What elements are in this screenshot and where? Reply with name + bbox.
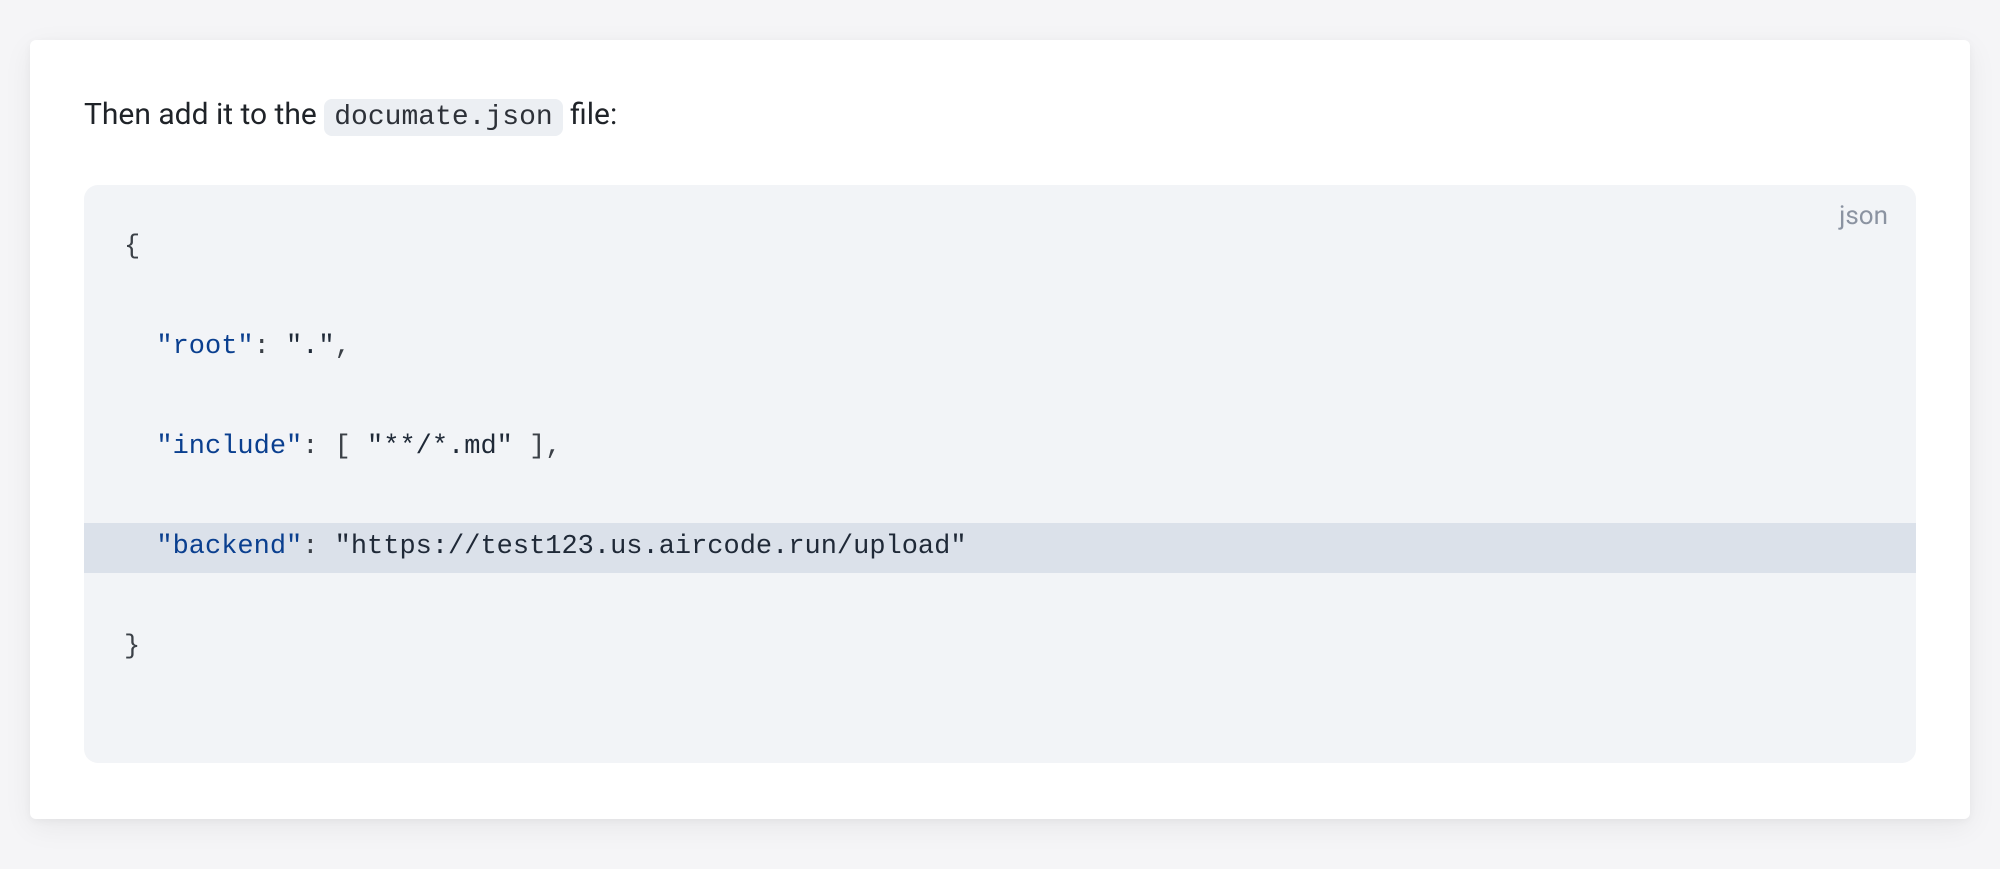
code-token: } [124,632,140,662]
code-token: : [254,332,286,362]
code-token: "root" [156,332,253,362]
code-token: [ [335,432,367,462]
code-line-highlighted: "backend": "https://test123.us.aircode.r… [84,523,1916,573]
code-block: json { "root": ".", "include": [ "**/*.m… [84,185,1916,762]
intro-paragraph: Then add it to the documate.json file: [84,94,1916,137]
code-token: "include" [156,432,302,462]
code-token [124,532,156,562]
code-token: "https://test123.us.aircode.run/upload" [335,532,967,562]
code-token: { [124,232,140,262]
code-line: { [84,223,1916,273]
code-content: { "root": ".", "include": [ "**/*.md" ],… [84,209,1916,722]
documentation-card: Then add it to the documate.json file: j… [30,40,1970,819]
code-token [124,432,156,462]
inline-code-filename: documate.json [324,99,562,136]
code-token: ] [513,432,545,462]
code-token: : [302,532,334,562]
intro-prefix: Then add it to the [84,97,324,132]
intro-suffix: file: [563,97,618,132]
code-token [124,332,156,362]
code-token: "." [286,332,335,362]
code-line: } [84,623,1916,673]
code-line: "root": ".", [84,323,1916,373]
code-token: : [302,432,334,462]
code-token: , [545,432,561,462]
code-token: "backend" [156,532,302,562]
code-token: , [335,332,351,362]
code-token: "**/*.md" [367,432,513,462]
language-label: json [1839,201,1888,231]
code-line: "include": [ "**/*.md" ], [84,423,1916,473]
